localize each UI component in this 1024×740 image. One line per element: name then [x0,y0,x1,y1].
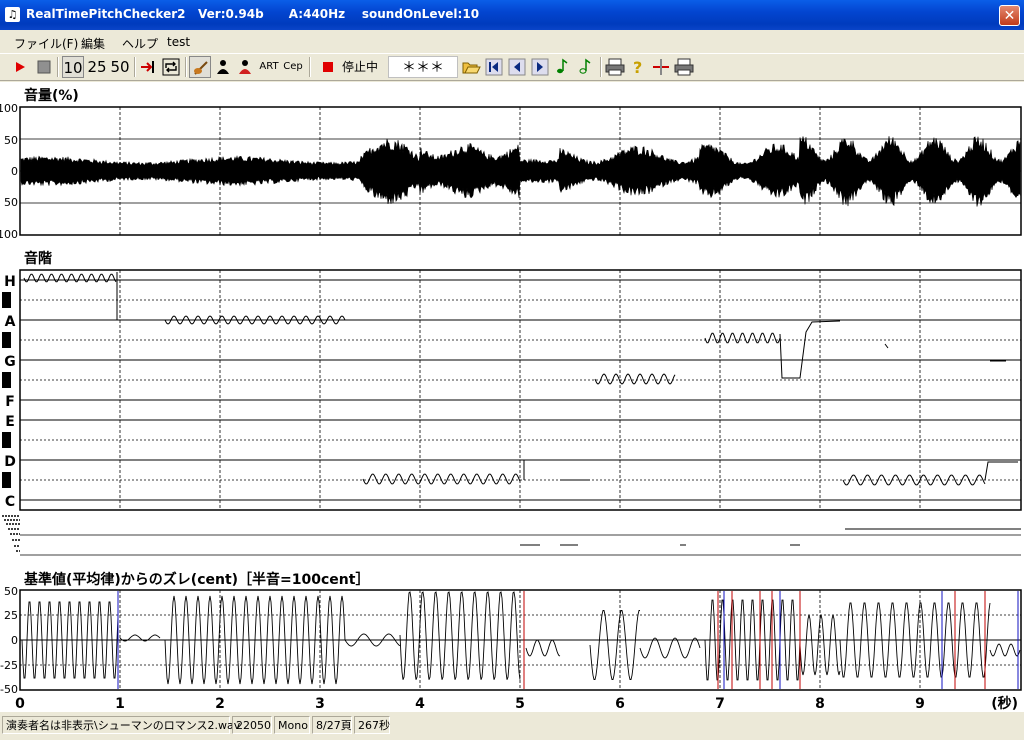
cent-panel-title: 基準値(平均律)からのズレ(cent)［半音=100cent］ [24,571,369,588]
menu-test[interactable]: test [167,35,190,49]
time-label: 6 [615,696,625,712]
range-25-button[interactable]: 25 [86,56,108,78]
menu-help[interactable]: ヘルプ [122,35,158,52]
split-view-icon[interactable] [650,56,672,78]
pitch-panel [19,269,1022,511]
status-bar: 演奏者名は非表示\シューマンのロマンス2.wav 22050 Mono 8/27… [0,714,1024,740]
volume-tick: 50 [4,134,18,147]
time-label: 7 [715,696,725,712]
status-page: 8/27頁 [312,716,352,734]
time-label: 8 [815,696,825,712]
note-label-h: H [4,274,16,290]
status-text: 停止中 [341,60,378,74]
status-duration: 267秒 [354,716,390,734]
skip-back-icon[interactable] [483,56,505,78]
range-10-button[interactable]: 10 [62,56,84,78]
jump-end-icon[interactable] [137,56,159,78]
person-red-icon[interactable] [234,56,256,78]
note-label-c: C [5,494,15,510]
volume-tick: 100 [0,228,18,241]
time-label: 2 [215,696,225,712]
note-up-icon[interactable] [575,56,597,78]
status-sample-rate: 22050 [232,716,272,734]
black-key [2,372,11,388]
next-icon[interactable] [529,56,551,78]
analysis-plots[interactable]: 音量(%) 100 50 0 50 100 音階 H A G F E D C 基… [0,82,1024,712]
time-label: 5 [515,696,525,712]
stop-button[interactable] [33,56,55,78]
time-label: 1 [115,696,125,712]
cent-tick: 0 [11,634,18,647]
note-label-e: E [5,414,15,430]
note-label-f: F [5,394,15,410]
pitch-panel-title: 音階 [24,250,52,267]
cep-button[interactable]: Cep [282,56,304,78]
cent-tick: -25 [0,659,18,672]
cent-tick: 50 [4,585,18,598]
cent-tick: -50 [0,683,18,696]
black-key [2,292,11,308]
toolbar-separator [600,57,602,77]
black-key [2,332,11,348]
previous-icon[interactable] [506,56,528,78]
status-channels: Mono [274,716,310,734]
black-key [2,432,11,448]
print-icon[interactable] [604,56,626,78]
note-down-icon[interactable] [552,56,574,78]
toolbar-separator [185,57,187,77]
toolbar: 10 25 50 ART Cep 停止中 ＊＊＊ ? [0,53,1024,81]
cent-tick: 25 [4,609,18,622]
time-label: 4 [415,696,425,712]
toolbar-separator [309,57,311,77]
volume-tick: 100 [0,102,18,115]
record-stop-icon[interactable] [317,56,339,78]
time-unit: (秒) [991,695,1018,712]
note-label-a: A [5,314,16,330]
art-button[interactable]: ART [258,56,280,78]
note-label-d: D [4,454,16,470]
status-filename: 演奏者名は非表示\シューマンのロマンス2.wav [2,716,240,734]
svg-text:?: ? [633,58,642,77]
menu-file[interactable]: ファイル(F) [14,35,78,52]
play-button[interactable] [9,56,31,78]
help-icon[interactable]: ? [627,56,649,78]
loop-icon[interactable] [160,56,182,78]
print-setup-icon[interactable] [673,56,695,78]
open-folder-icon[interactable] [460,56,482,78]
time-label: 0 [15,696,25,712]
time-label: 3 [315,696,325,712]
app-icon: ♫ [5,7,20,22]
range-50-button[interactable]: 50 [109,56,131,78]
plot-area: 音量(%) 100 50 0 50 100 音階 H A G F E D C 基… [0,82,1024,712]
note-display: ＊＊＊ [388,56,458,78]
note-label-g: G [4,354,16,370]
volume-panel-title: 音量(%) [24,87,79,104]
window-title: RealTimePitchChecker2 Ver:0.94b A:440Hz … [26,7,480,21]
title-bar: ♫ RealTimePitchChecker2 Ver:0.94b A:440H… [0,0,1024,30]
toolbar-separator [57,57,59,77]
black-key [2,472,11,488]
time-label: 9 [915,696,925,712]
volume-tick: 0 [11,165,18,178]
toolbar-separator [134,57,136,77]
person-icon[interactable] [212,56,234,78]
close-button[interactable]: ✕ [999,5,1020,26]
menu-bar: ファイル(F) 編集 ヘルプ test [0,30,1024,52]
time-axis: 0 1 2 3 4 5 6 7 8 9 (秒) [15,695,1018,712]
violin-icon[interactable] [189,56,211,78]
volume-tick: 50 [4,196,18,209]
menu-edit[interactable]: 編集 [81,35,105,52]
note-strip [2,515,1021,556]
